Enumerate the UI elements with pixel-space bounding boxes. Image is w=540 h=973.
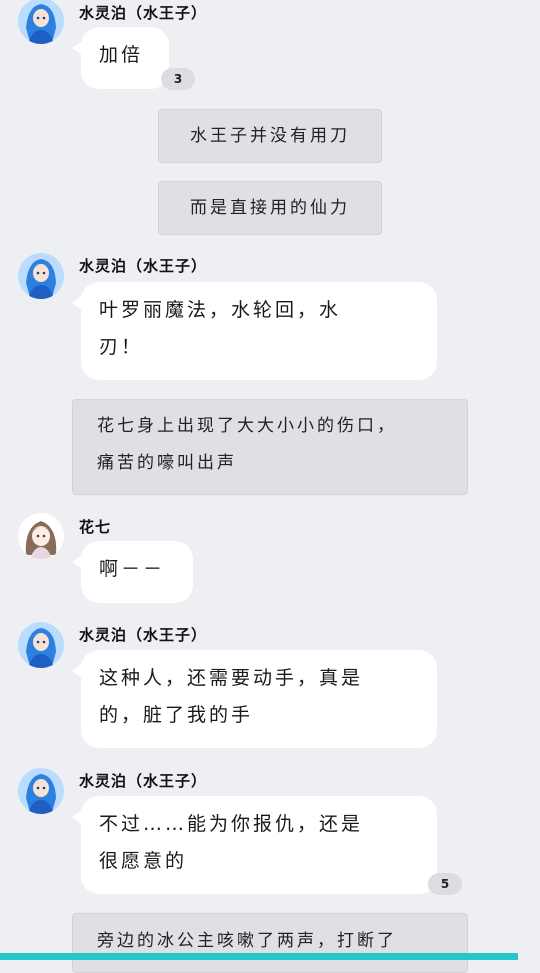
message-text: 加倍 (99, 44, 144, 66)
chat-bubble: 啊－－ (72, 541, 193, 603)
hua-qi-avatar[interactable] (18, 513, 64, 559)
sender-name: 水灵泊（水王子） (79, 257, 208, 275)
sender-name: 水灵泊（水王子） (79, 772, 208, 790)
chat-bubble: 这种人，还需要动手，真是 的，脏了我的手 (72, 650, 437, 748)
message-text-line: 不过……能为你报仇，还是 (99, 813, 364, 835)
reaction-count-badge[interactable]: 3 (161, 68, 195, 90)
sender-name: 水灵泊（水王子） (79, 4, 208, 22)
water-prince-avatar[interactable] (18, 253, 64, 299)
narration-box: 水王子并没有用刀 (158, 109, 382, 163)
sender-name: 水灵泊（水王子） (79, 626, 208, 644)
chat-bubble: 加倍 (72, 27, 169, 89)
message-text-line: 很愿意的 (99, 850, 188, 872)
narration-box: 花七身上出现了大大小小的伤口， 痛苦的嚎叫出声 (72, 399, 468, 495)
narration-text-line: 花七身上出现了大大小小的伤口， (97, 416, 397, 436)
narration-box: 旁边的冰公主咳嗽了两声，打断了 (72, 913, 468, 973)
chat-bubble: 叶罗丽魔法，水轮回，水 刃！ (72, 282, 437, 380)
message-text-line: 的，脏了我的手 (99, 704, 254, 726)
bottom-accent-bar (0, 953, 518, 960)
message-text-line: 叶罗丽魔法，水轮回，水 (99, 299, 342, 321)
narration-text-line: 旁边的冰公主咳嗽了两声，打断了 (97, 931, 397, 951)
water-prince-avatar[interactable] (18, 622, 64, 668)
chat-bubble: 不过……能为你报仇，还是 很愿意的 (72, 796, 437, 894)
narration-text-line: 痛苦的嚎叫出声 (97, 453, 237, 473)
narration-text: 水王子并没有用刀 (190, 126, 350, 146)
message-text: 啊－－ (99, 558, 166, 580)
water-prince-avatar[interactable] (18, 0, 64, 44)
message-text-line: 刃！ (99, 336, 144, 358)
narration-text: 而是直接用的仙力 (190, 198, 350, 218)
sender-name: 花七 (79, 518, 112, 536)
water-prince-avatar[interactable] (18, 768, 64, 814)
narration-box: 而是直接用的仙力 (158, 181, 382, 235)
reaction-count-badge[interactable]: 5 (428, 873, 462, 895)
message-text-line: 这种人，还需要动手，真是 (99, 667, 364, 689)
